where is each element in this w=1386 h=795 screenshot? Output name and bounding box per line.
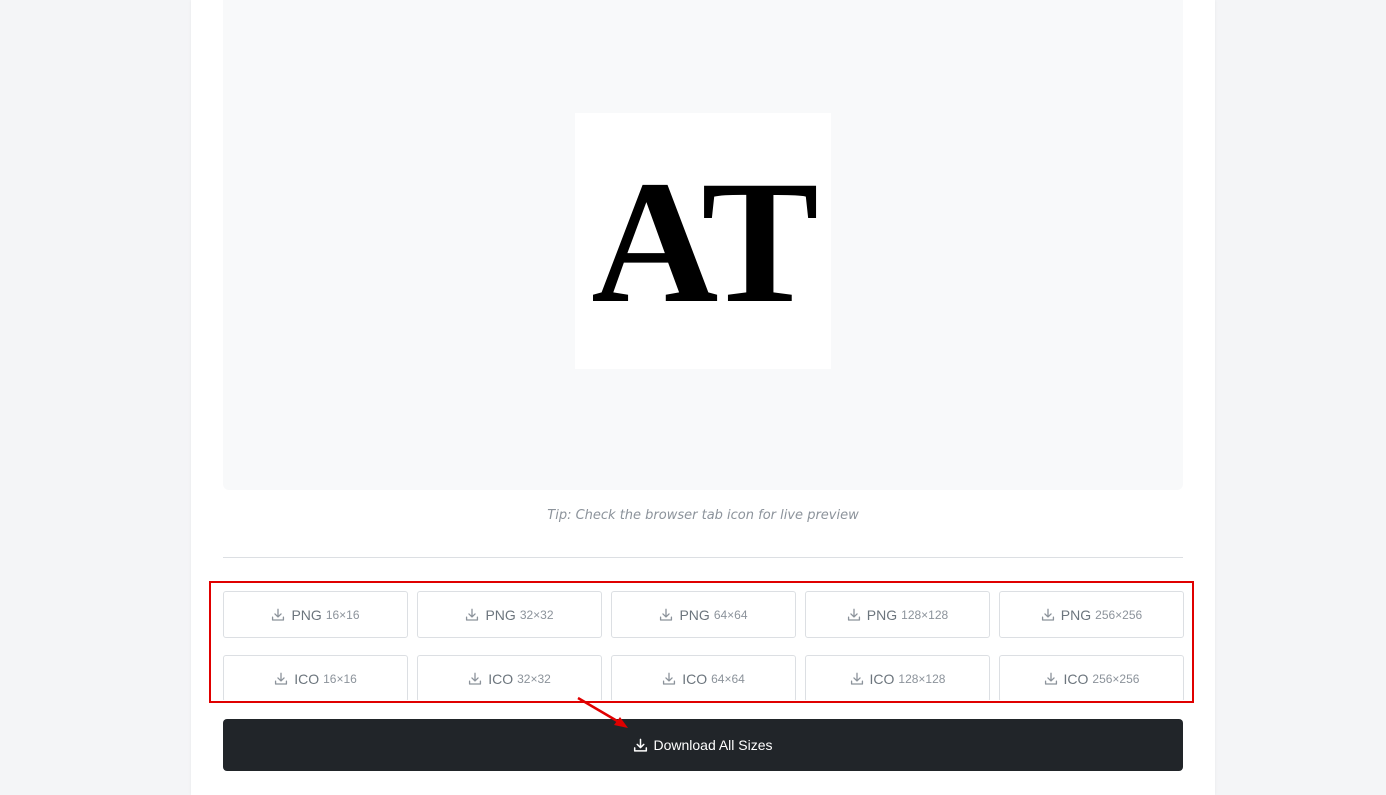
download-icon <box>1044 672 1058 686</box>
download-icon <box>271 608 285 622</box>
download-ico-button[interactable]: ICO 128×128 <box>805 655 990 700</box>
format-label: ICO <box>682 670 708 687</box>
download-png-button[interactable]: PNG 64×64 <box>611 591 796 638</box>
size-label: 128×128 <box>898 671 946 686</box>
format-label: PNG <box>679 606 710 623</box>
download-grid-clip: PNG 16×16 PNG 32×32 PNG 64×64 PNG 128×128 PNG 256… <box>191 0 1215 700</box>
size-label: 32×32 <box>517 671 551 686</box>
download-png-button[interactable]: PNG 32×32 <box>417 591 602 638</box>
download-icon <box>659 608 673 622</box>
download-ico-button[interactable]: ICO 32×32 <box>417 655 602 700</box>
size-label: 64×64 <box>713 607 748 622</box>
size-label: 16×16 <box>323 671 357 686</box>
download-icon <box>274 672 288 686</box>
download-png-button[interactable]: PNG 256×256 <box>999 591 1184 638</box>
download-icon <box>465 608 479 622</box>
download-icon <box>662 672 676 686</box>
format-label: PNG <box>1060 606 1092 623</box>
download-icon <box>468 672 482 686</box>
format-label: ICO <box>1063 670 1089 687</box>
download-png-button[interactable]: PNG 16×16 <box>223 591 408 638</box>
size-label: 256×256 <box>1095 607 1143 622</box>
format-label: ICO <box>294 670 320 687</box>
size-label: 32×32 <box>519 607 554 622</box>
format-label: PNG <box>291 606 322 623</box>
size-label: 128×128 <box>901 607 949 622</box>
download-icon <box>850 672 864 686</box>
format-label: ICO <box>869 670 895 687</box>
download-grid: PNG 16×16 PNG 32×32 PNG 64×64 PNG 128×128 PNG 256… <box>223 591 1184 700</box>
download-ico-button[interactable]: ICO 16×16 <box>223 655 408 700</box>
favicon-generator-card: AT Tip: Check the browser tab icon for l… <box>191 0 1215 795</box>
format-label: PNG <box>866 606 898 623</box>
download-icon <box>1041 608 1055 622</box>
size-label: 64×64 <box>711 671 745 686</box>
download-icon <box>847 608 861 622</box>
size-label: 256×256 <box>1092 671 1140 686</box>
format-label: PNG <box>485 606 516 623</box>
download-all-label: Download All Sizes <box>653 737 773 753</box>
download-ico-button[interactable]: ICO 256×256 <box>999 655 1184 700</box>
download-all-button[interactable]: Download All Sizes <box>223 719 1183 771</box>
size-label: 16×16 <box>325 607 360 622</box>
download-ico-button[interactable]: ICO 64×64 <box>611 655 796 700</box>
download-png-button[interactable]: PNG 128×128 <box>805 591 990 638</box>
download-icon <box>633 738 648 753</box>
format-label: ICO <box>488 670 514 687</box>
